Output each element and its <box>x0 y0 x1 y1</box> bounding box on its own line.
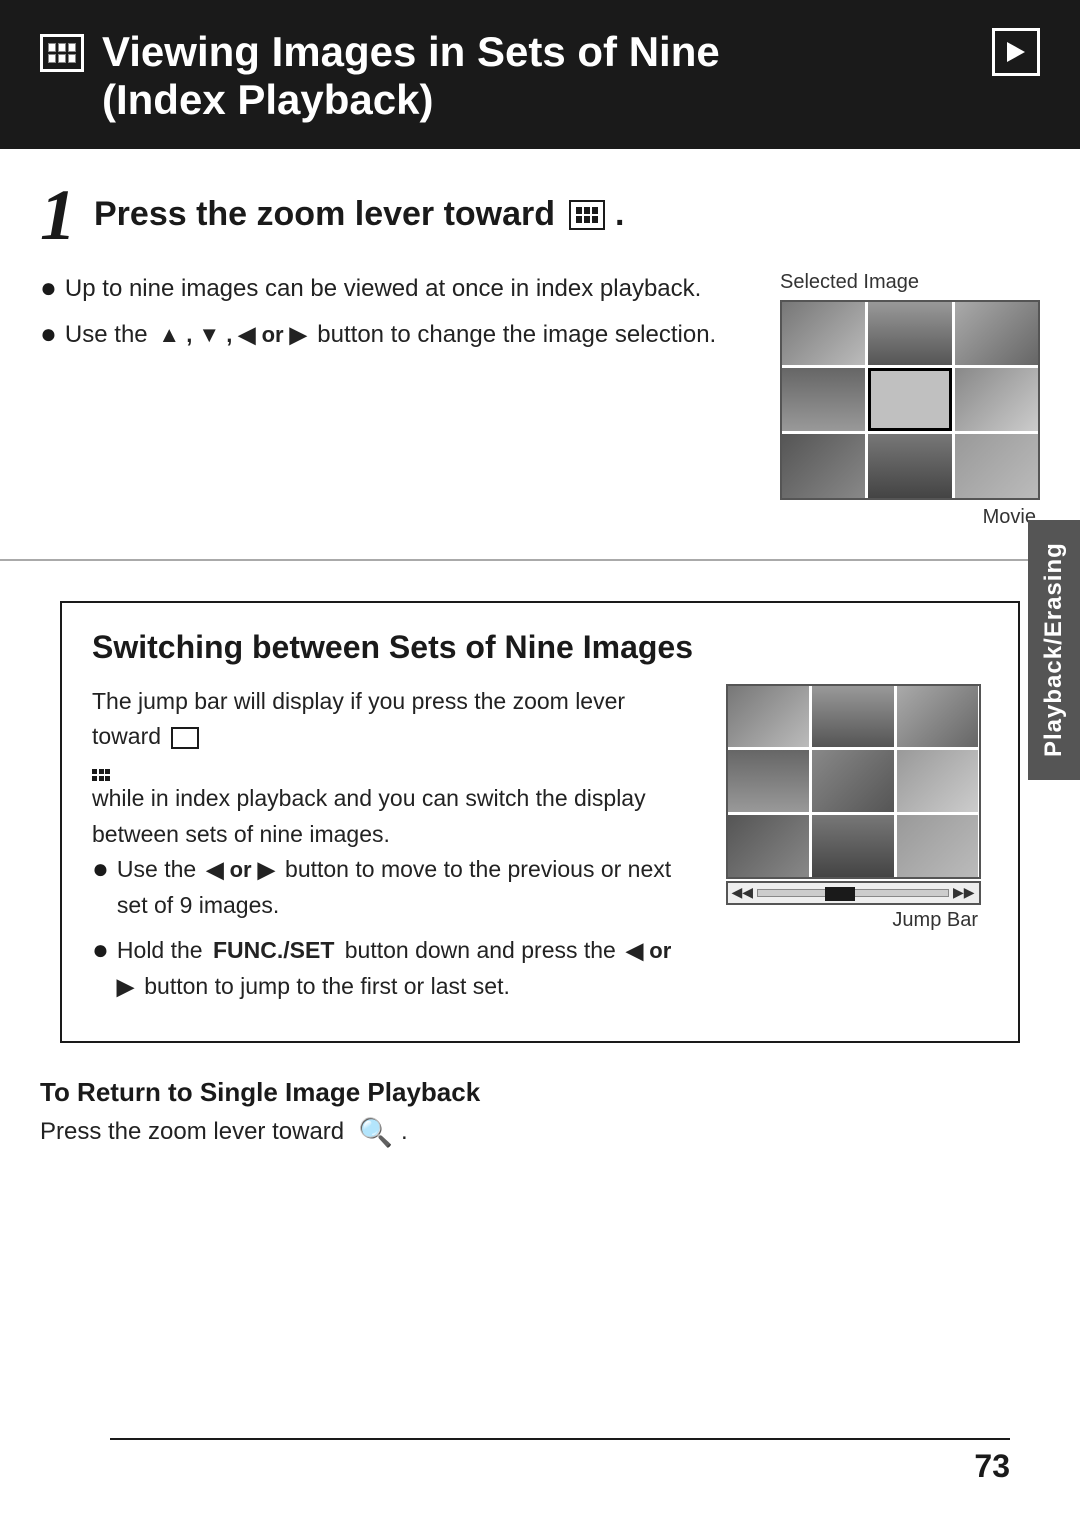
zoom-symbol: 🔍 <box>358 1116 393 1149</box>
jump-cell-8 <box>812 815 894 877</box>
side-tab-label: Playback/Erasing <box>1040 543 1068 758</box>
bullet1: ● Up to nine images can be viewed at onc… <box>40 271 730 307</box>
jump-cell-3 <box>897 686 979 748</box>
switching-intro-suffix: while in index playback and you can swit… <box>92 785 646 847</box>
side-tab: Playback/Erasing <box>1028 520 1080 780</box>
grid-cell-9 <box>955 434 1038 497</box>
jump-bar-left-arrow: ◀◀ <box>732 884 754 901</box>
jump-bar-thumb <box>825 887 855 901</box>
page-container: Viewing Images in Sets of Nine (Index Pl… <box>0 0 1080 1521</box>
nine-image-grid <box>780 300 1040 500</box>
step1-header: 1 Press the zoom lever toward . <box>40 179 1040 251</box>
sw-bullet2-text: Hold the FUNC./SET button down and press… <box>117 933 694 1004</box>
header-title: Viewing Images in Sets of Nine (Index Pl… <box>40 28 720 125</box>
playback-icon <box>992 28 1040 76</box>
step1-title-period: . <box>615 195 624 234</box>
grid-cell-7 <box>782 434 865 497</box>
sw-b1-arrows: ◀ or ▶ <box>207 857 275 882</box>
grid-cell-4 <box>782 368 865 431</box>
return-section: To Return to Single Image Playback Press… <box>0 1053 1080 1159</box>
bullet2-suffix: button to change the image selection. <box>317 321 716 348</box>
header-bar: Viewing Images in Sets of Nine (Index Pl… <box>0 0 1080 149</box>
jump-bar-container: ◀◀ ▶▶ <box>726 881 981 905</box>
header-title-line1: Viewing Images in Sets of Nine <box>102 28 720 76</box>
sw-bullet1-text: Use the ◀ or ▶ button to move to the pre… <box>117 852 694 923</box>
grid-cell-5-selected <box>868 368 951 431</box>
jump-cell-5 <box>812 750 894 812</box>
sw-b1-prefix: Use the <box>117 856 196 882</box>
zoom-index-icon <box>569 200 605 230</box>
switching-icon-inline <box>171 727 199 749</box>
jump-image-grid <box>726 684 981 879</box>
jump-cell-6 <box>897 750 979 812</box>
page-number-area: 73 <box>110 1438 1010 1485</box>
header-title-line2: (Index Playback) <box>102 76 720 124</box>
return-text-period: . <box>401 1118 408 1146</box>
jump-bar-track <box>757 889 949 897</box>
sw-b2-mid: button down and press the <box>345 937 616 963</box>
bullet-dot-2: ● <box>40 317 57 351</box>
switching-content: The jump bar will display if you press t… <box>92 684 988 1015</box>
grid-cell-1 <box>782 302 865 365</box>
jump-cell-2 <box>812 686 894 748</box>
index-icon <box>40 34 84 72</box>
jump-bar-label: Jump Bar <box>892 909 978 932</box>
bullet1-text: Up to nine images can be viewed at once … <box>65 271 701 307</box>
grid-cell-3 <box>955 302 1038 365</box>
bullet-dot-1: ● <box>40 271 57 305</box>
jump-cell-9 <box>897 815 979 877</box>
sw-b2-suffix: button to jump to the first or last set. <box>144 973 510 999</box>
step1-title-text: Press the zoom lever toward <box>94 195 555 234</box>
play-triangle <box>1007 42 1025 62</box>
jump-cell-4 <box>728 750 810 812</box>
switching-image-area: ◀◀ ▶▶ Jump Bar <box>718 684 988 932</box>
sw-b1-suffix: button to move to the previous or next s… <box>117 856 671 918</box>
step-number: 1 <box>40 179 76 251</box>
return-title: To Return to Single Image Playback <box>40 1077 1040 1108</box>
jump-cell-1 <box>728 686 810 748</box>
sw-b2-bold: FUNC./SET <box>213 937 334 963</box>
jump-cell-7 <box>728 815 810 877</box>
step1-image-area: Selected Image <box>760 271 1040 529</box>
switching-title: Switching between Sets of Nine Images <box>92 629 988 666</box>
switching-text: The jump bar will display if you press t… <box>92 684 694 1015</box>
sw-b2-prefix: Hold the <box>117 937 203 963</box>
switching-section: Switching between Sets of Nine Images Th… <box>60 601 1020 1043</box>
step1-content: ● Up to nine images can be viewed at onc… <box>40 271 1040 529</box>
jump-bar-right-arrow: ▶▶ <box>953 884 975 901</box>
sw-bullet-dot-2: ● <box>92 933 109 967</box>
sw-bullet-dot-1: ● <box>92 852 109 886</box>
bullet2: ● Use the ▲ , ▼ , ◀ or ▶ button to chang… <box>40 317 730 353</box>
grid-cell-6 <box>955 368 1038 431</box>
selected-image-label: Selected Image <box>780 271 919 294</box>
return-text: Press the zoom lever toward 🔍 . <box>40 1116 1040 1149</box>
step1-title: Press the zoom lever toward . <box>94 195 625 234</box>
bullet2-prefix: Use the <box>65 321 148 348</box>
switching-bullet1: ● Use the ◀ or ▶ button to move to the p… <box>92 852 694 923</box>
bullet2-arrows: ▲ , ▼ , ◀ or ▶ <box>158 322 306 347</box>
page-number: 73 <box>974 1448 1010 1485</box>
return-text-prefix: Press the zoom lever toward <box>40 1118 344 1146</box>
page-divider <box>110 1438 1010 1440</box>
switching-bullet2: ● Hold the FUNC./SET button down and pre… <box>92 933 694 1004</box>
grid-cell-2 <box>868 302 951 365</box>
step1-text: ● Up to nine images can be viewed at onc… <box>40 271 730 363</box>
grid-cell-8 <box>868 434 951 497</box>
bullet2-text: Use the ▲ , ▼ , ◀ or ▶ button to change … <box>65 317 716 353</box>
step1-section: 1 Press the zoom lever toward . <box>0 149 1080 561</box>
switching-intro: The jump bar will display if you press t… <box>92 684 694 755</box>
